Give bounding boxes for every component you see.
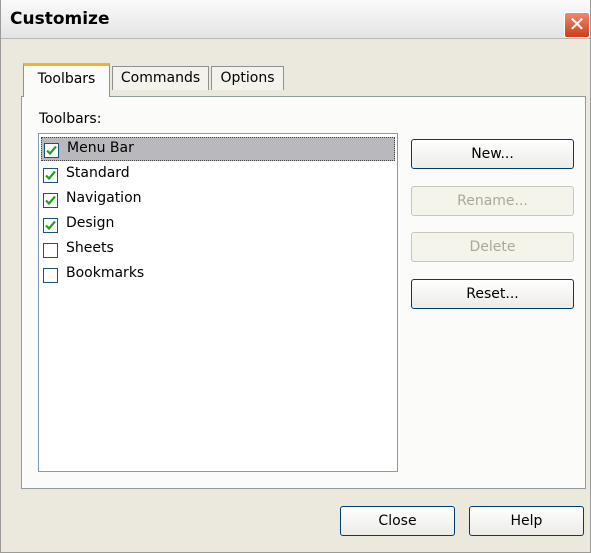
checkmark-icon bbox=[45, 170, 56, 181]
list-item-label: Design bbox=[66, 215, 115, 231]
checkbox-navigation[interactable] bbox=[43, 193, 58, 208]
list-item-standard[interactable]: Standard bbox=[41, 163, 395, 187]
list-item-menu-bar[interactable]: Menu Bar bbox=[41, 137, 395, 161]
title-bar[interactable]: Customize ✕ bbox=[1, 0, 590, 39]
checkmark-icon bbox=[46, 145, 57, 156]
list-item-label: Standard bbox=[66, 165, 130, 181]
delete-button[interactable]: Delete bbox=[411, 232, 574, 262]
checkbox-standard[interactable] bbox=[43, 168, 58, 183]
tab-toolbars[interactable]: Toolbars bbox=[23, 63, 110, 97]
tab-commands[interactable]: Commands bbox=[112, 66, 209, 90]
list-item-bookmarks[interactable]: Bookmarks bbox=[41, 263, 395, 287]
close-icon[interactable]: ✕ bbox=[564, 12, 590, 38]
list-item-navigation[interactable]: Navigation bbox=[41, 188, 395, 212]
new-button[interactable]: New... bbox=[411, 139, 574, 169]
checkbox-menu-bar[interactable] bbox=[44, 143, 59, 158]
dialog-title: Customize bbox=[10, 9, 110, 29]
checkmark-icon bbox=[45, 195, 56, 206]
toolbars-group-label: Toolbars: bbox=[39, 111, 102, 127]
checkmark-icon bbox=[45, 220, 56, 231]
list-item-label: Bookmarks bbox=[66, 265, 145, 281]
reset-button[interactable]: Reset... bbox=[411, 279, 574, 309]
list-item-label: Menu Bar bbox=[67, 140, 134, 156]
checkbox-design[interactable] bbox=[43, 218, 58, 233]
tab-options[interactable]: Options bbox=[211, 66, 284, 90]
help-button[interactable]: Help bbox=[469, 506, 584, 536]
list-item-label: Sheets bbox=[66, 240, 114, 256]
list-item-sheets[interactable]: Sheets bbox=[41, 238, 395, 262]
checkbox-bookmarks[interactable] bbox=[43, 268, 58, 283]
close-button[interactable]: Close bbox=[340, 506, 455, 536]
customize-dialog: Customize ✕ Toolbars Commands Options To… bbox=[0, 0, 591, 553]
toolbars-list[interactable]: Menu Bar Standard Navigation Design Shee… bbox=[38, 133, 398, 472]
list-item-label: Navigation bbox=[66, 190, 142, 206]
checkbox-sheets[interactable] bbox=[43, 243, 58, 258]
list-item-design[interactable]: Design bbox=[41, 213, 395, 237]
rename-button[interactable]: Rename... bbox=[411, 186, 574, 216]
